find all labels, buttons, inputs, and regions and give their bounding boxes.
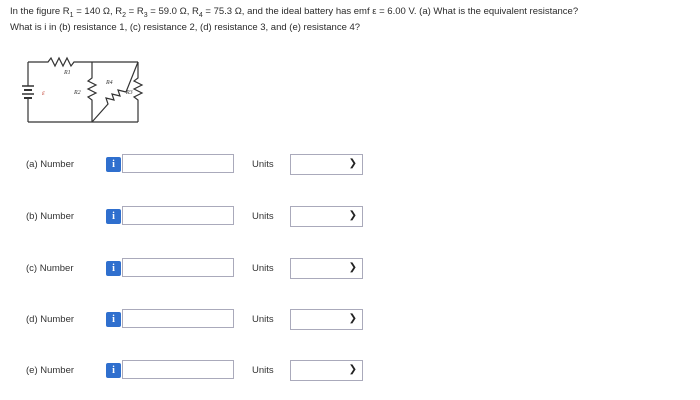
info-icon[interactable]: i <box>106 312 121 327</box>
chevron-down-icon: ❯ <box>348 210 357 221</box>
answer-row-b: (b) Number i Units ❯ <box>0 205 700 229</box>
info-icon[interactable]: i <box>106 157 121 172</box>
chevron-down-icon: ❯ <box>348 262 357 273</box>
answer-row-e: (e) Number i Units ❯ <box>0 359 700 383</box>
info-icon[interactable]: i <box>106 363 121 378</box>
number-input[interactable] <box>122 309 234 328</box>
info-icon[interactable]: i <box>106 261 121 276</box>
circuit-figure: R1 R2 R4 R3 ε <box>22 56 144 123</box>
units-label: Units <box>252 263 274 274</box>
number-input[interactable] <box>122 360 234 379</box>
units-select[interactable]: ❯ <box>290 154 363 175</box>
question-line-1: In the figure R1 = 140 Ω, R2 = R3 = 59.0… <box>10 6 579 19</box>
r3-resistor <box>132 62 144 122</box>
r1-label: R1 <box>63 70 71 76</box>
units-select[interactable]: ❯ <box>290 206 363 227</box>
r3-label: R3 <box>125 90 133 96</box>
chevron-down-icon: ❯ <box>348 364 357 375</box>
answer-row-d: (d) Number i Units ❯ <box>0 308 700 332</box>
chevron-down-icon: ❯ <box>348 313 357 324</box>
part-label: (e) Number <box>26 365 75 376</box>
part-label: (a) Number <box>26 159 75 170</box>
units-select[interactable]: ❯ <box>290 258 363 279</box>
question-text: In the figure R1 = 140 Ω, R2 = R3 = 59.0… <box>10 6 690 34</box>
r2-resistor <box>86 62 98 122</box>
emf-label: ε <box>42 89 45 97</box>
part-label: (d) Number <box>26 314 75 325</box>
part-label: (c) Number <box>26 263 74 274</box>
units-label: Units <box>252 211 274 222</box>
question-line-2: What is i in (b) resistance 1, (c) resis… <box>10 21 361 33</box>
info-icon[interactable]: i <box>106 209 121 224</box>
part-label: (b) Number <box>26 211 75 222</box>
units-select[interactable]: ❯ <box>290 309 363 330</box>
number-input[interactable] <box>122 258 234 277</box>
r1-resistor <box>28 56 138 68</box>
r4-label: R4 <box>105 79 113 86</box>
r2-label: R2 <box>73 90 81 96</box>
units-select[interactable]: ❯ <box>290 360 363 381</box>
number-input[interactable] <box>122 154 234 173</box>
units-label: Units <box>252 314 274 325</box>
answer-row-a: (a) Number i Units ❯ <box>0 153 700 177</box>
number-input[interactable] <box>122 206 234 225</box>
chevron-down-icon: ❯ <box>348 158 357 169</box>
units-label: Units <box>252 159 274 170</box>
answer-row-c: (c) Number i Units ❯ <box>0 257 700 281</box>
units-label: Units <box>252 365 274 376</box>
